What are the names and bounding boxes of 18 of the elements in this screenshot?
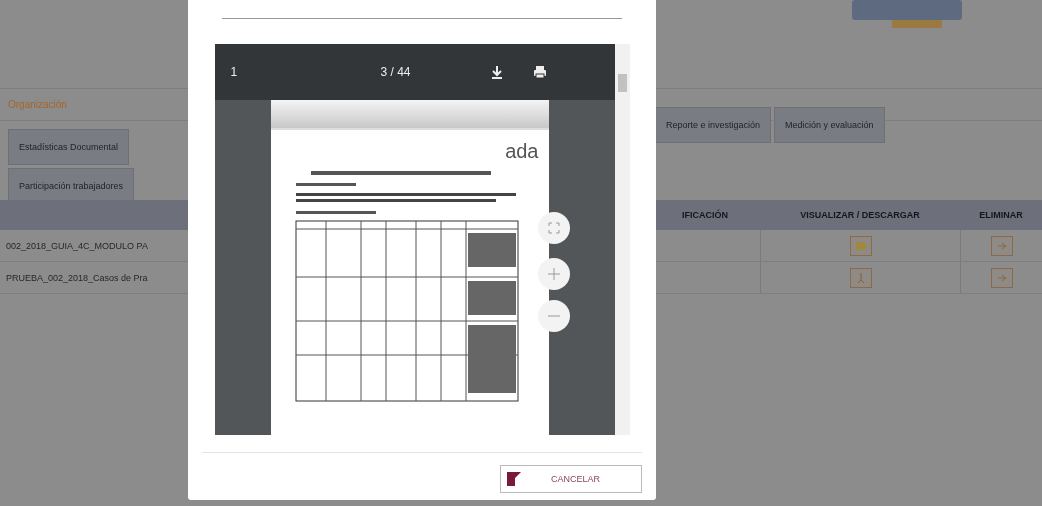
tab[interactable]: Reporte e investigación bbox=[655, 107, 772, 143]
tab[interactable]: Estadísticas Documental bbox=[8, 129, 130, 165]
page-counter: 3 / 44 bbox=[380, 65, 412, 79]
minus-icon bbox=[547, 315, 560, 317]
fit-icon bbox=[547, 222, 560, 234]
column-header: ELIMINAR bbox=[978, 210, 1024, 220]
column-header: IFICACIÓN bbox=[681, 210, 729, 220]
column-header: VISUALIZAR / DESCARGAR bbox=[799, 210, 921, 220]
flag-icon bbox=[507, 472, 521, 486]
cancel-button[interactable]: CANCELAR bbox=[500, 465, 642, 493]
file-name: PRUEBA_002_2018_Casos de Pra bbox=[6, 272, 148, 283]
tab[interactable]: Medición y evaluación bbox=[774, 107, 885, 143]
page-label: 1 bbox=[230, 65, 239, 79]
download-icon[interactable] bbox=[490, 65, 503, 79]
file-name: 002_2018_GUIA_4C_MODULO PA bbox=[6, 240, 148, 251]
print-icon[interactable] bbox=[532, 65, 547, 79]
document-logo: ada bbox=[505, 140, 539, 163]
plus-icon bbox=[547, 268, 560, 280]
